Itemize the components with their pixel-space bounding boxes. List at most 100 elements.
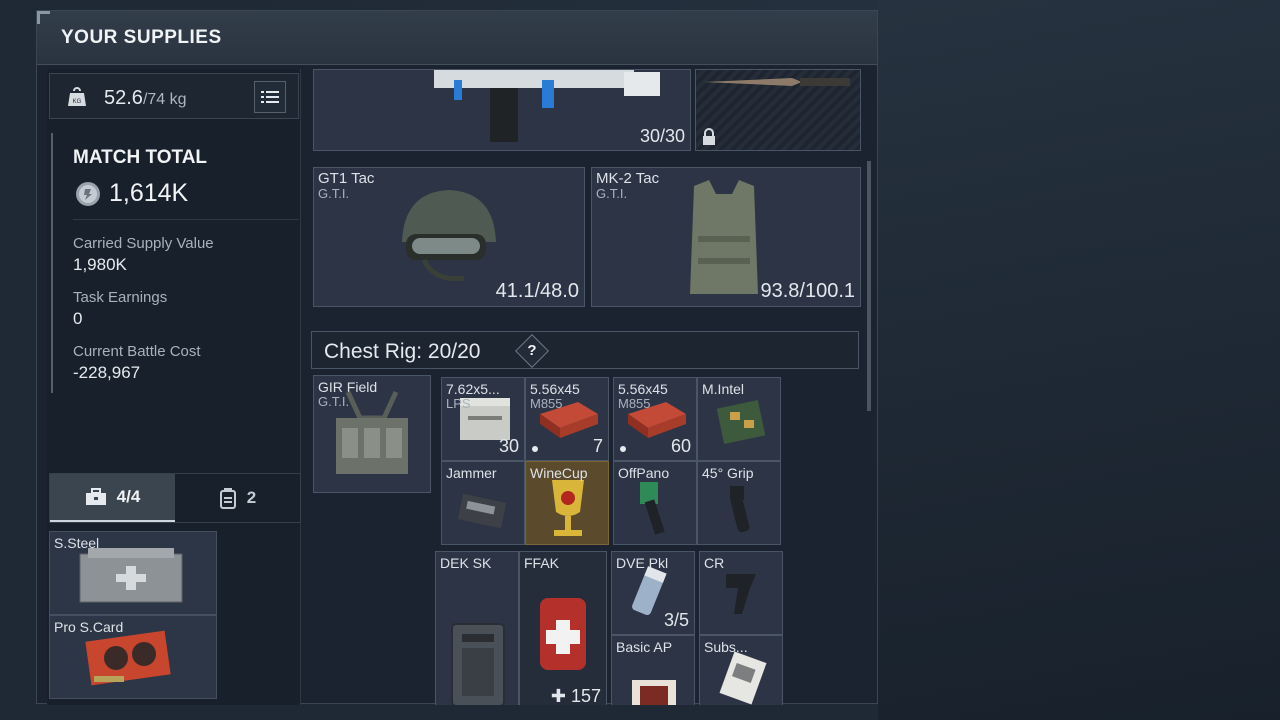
supplies-panel: YOUR SUPPLIES KG 52.6/74 kg MATCH TOTAL (36, 10, 878, 705)
panel-header: YOUR SUPPLIES (37, 11, 877, 65)
container-tabs: 4/4 2 (49, 473, 301, 523)
stat-value: -228,967 (73, 363, 141, 382)
circuit-board-icon (716, 400, 766, 444)
background-scene (878, 0, 1280, 720)
weight-box: KG 52.6/74 kg (49, 73, 299, 119)
item-count: 157 (570, 686, 601, 705)
rifle-icon (434, 70, 660, 142)
item-label: DEK SK (440, 555, 492, 571)
heal-amount: ✚ 157 (551, 686, 601, 705)
rig-slot-winecup[interactable]: WineCup (525, 461, 609, 545)
tab-safe-case[interactable]: 4/4 (50, 474, 175, 522)
item-count: 3/5 (663, 610, 689, 630)
list-icon (261, 91, 279, 103)
item-label: OffPano (618, 465, 670, 481)
knife-icon (704, 78, 850, 86)
item-sub: M855 (618, 396, 651, 411)
item-label: GT1 Tac (318, 171, 375, 187)
optic-mount-icon (640, 482, 665, 535)
divider (73, 219, 299, 220)
helmet-durability: 41.1/48.0 (495, 280, 579, 302)
case-item-sgcard[interactable]: Pro S.Card (49, 615, 217, 699)
document-icon (719, 651, 767, 705)
item-label: 5.56x45 (618, 381, 668, 397)
graphics-card-icon (85, 630, 171, 686)
scrollbar[interactable] (867, 161, 871, 411)
rig-slot-offpano[interactable]: OffPano (613, 461, 697, 545)
item-ffak[interactable]: FFAK ✚ 157 (519, 551, 607, 705)
rig-slot-ammo-762[interactable]: 7.62x5... LPS 30 (441, 377, 525, 461)
svg-text:KG: KG (73, 99, 82, 105)
tab-label: 2 (246, 488, 257, 507)
armor-durability: 93.8/100.1 (760, 280, 855, 302)
plus-icon: ✚ (550, 686, 571, 705)
match-total-title: MATCH TOTAL (73, 147, 208, 168)
backpack-icon (219, 488, 236, 509)
item-label: 45° Grip (702, 465, 754, 481)
item-label: 7.62x5... (446, 381, 500, 397)
steel-case-icon (79, 548, 183, 603)
summary-column: KG 52.6/74 kg MATCH TOTAL 1,614K Carried… (47, 69, 301, 705)
item-label: DVE Pkl (616, 555, 669, 571)
chest-rig-slot[interactable]: GIR Field G.T.I. (313, 375, 431, 493)
match-total-value: 1,614K (109, 179, 189, 207)
item-dek-sk[interactable]: DEK SK (435, 551, 519, 705)
armor-slot[interactable]: MK-2 Tac G.T.I. 93.8/100.1 (591, 167, 861, 307)
item-label: Basic AP (616, 639, 673, 655)
equipment-area: 30/30 GT1 Tac G.T.I. 41.1/48.0 MK-2 Tac … (305, 69, 865, 705)
lock-icon (703, 128, 715, 145)
chest-rig-title: Chest Rig: (324, 340, 423, 363)
item-brand: G.T.I. (596, 186, 628, 201)
tab-label: 4/4 (116, 487, 141, 506)
bullet-indicator-icon (620, 446, 626, 452)
rig-slot-grip[interactable]: 45° Grip (697, 461, 781, 545)
item-cr[interactable]: CR (699, 551, 783, 635)
item-subs[interactable]: Subs... (699, 635, 783, 705)
rig-slot-ammo-556-b[interactable]: 5.56x45 M855 60 (613, 377, 697, 461)
stat-label: Current Battle Cost (73, 343, 201, 360)
ammo-count: 30/30 (639, 126, 685, 146)
item-label: CR (704, 555, 725, 571)
body-armor-icon (690, 180, 758, 294)
item-label: M.Intel (702, 381, 745, 397)
item-basic-ap[interactable]: Basic AP (611, 635, 695, 705)
coin-icon (76, 182, 100, 206)
item-dve-pkl[interactable]: DVE Pkl 3/5 (611, 551, 695, 635)
bullet-indicator-icon (532, 446, 538, 452)
tab-backpack[interactable]: 2 (175, 474, 300, 522)
melee-slot[interactable] (695, 69, 861, 151)
match-total-block: MATCH TOTAL 1,614K Carried Supply Value … (51, 133, 301, 393)
chest-rig-label: Chest Rig: 20/20 (324, 340, 480, 364)
weight-icon: KG (68, 87, 86, 106)
grip-icon (730, 486, 750, 533)
panel-title: YOUR SUPPLIES (61, 27, 222, 48)
item-label: 5.56x45 (530, 381, 580, 397)
item-count: 7 (592, 436, 603, 456)
briefcase-icon (85, 488, 106, 505)
weight-current: 52.6 (104, 87, 143, 109)
stat-label: Task Earnings (73, 289, 168, 306)
grip-icon (726, 574, 756, 614)
item-count: 60 (670, 436, 691, 456)
item-label: FFAK (524, 555, 560, 571)
help-button[interactable]: ? (515, 334, 549, 368)
question-icon: ? (527, 342, 537, 359)
chest-rig-bar: Chest Rig: 20/20 ? (311, 331, 859, 369)
rig-slot-ammo-556-a[interactable]: 5.56x45 M855 7 (525, 377, 609, 461)
primary-weapon-slot[interactable]: 30/30 (313, 69, 691, 151)
item-label: WineCup (530, 465, 588, 481)
chest-rig-capacity: 20/20 (427, 340, 481, 363)
helmet-slot[interactable]: GT1 Tac G.T.I. 41.1/48.0 (313, 167, 585, 307)
item-count: 30 (498, 436, 519, 456)
weight-max: /74 kg (142, 91, 187, 108)
rig-slot-jammer[interactable]: Jammer (441, 461, 525, 545)
item-label: S.Steel (54, 535, 100, 551)
wine-cup-icon (552, 480, 584, 536)
stat-label: Carried Supply Value (73, 235, 214, 252)
case-item-steel[interactable]: S.Steel (49, 531, 217, 615)
item-sub: M855 (530, 396, 563, 411)
item-brand: G.T.I. (318, 186, 350, 201)
rig-slot-intel[interactable]: M.Intel (697, 377, 781, 461)
keycard-device-icon (451, 623, 505, 705)
list-view-button[interactable] (254, 81, 286, 113)
